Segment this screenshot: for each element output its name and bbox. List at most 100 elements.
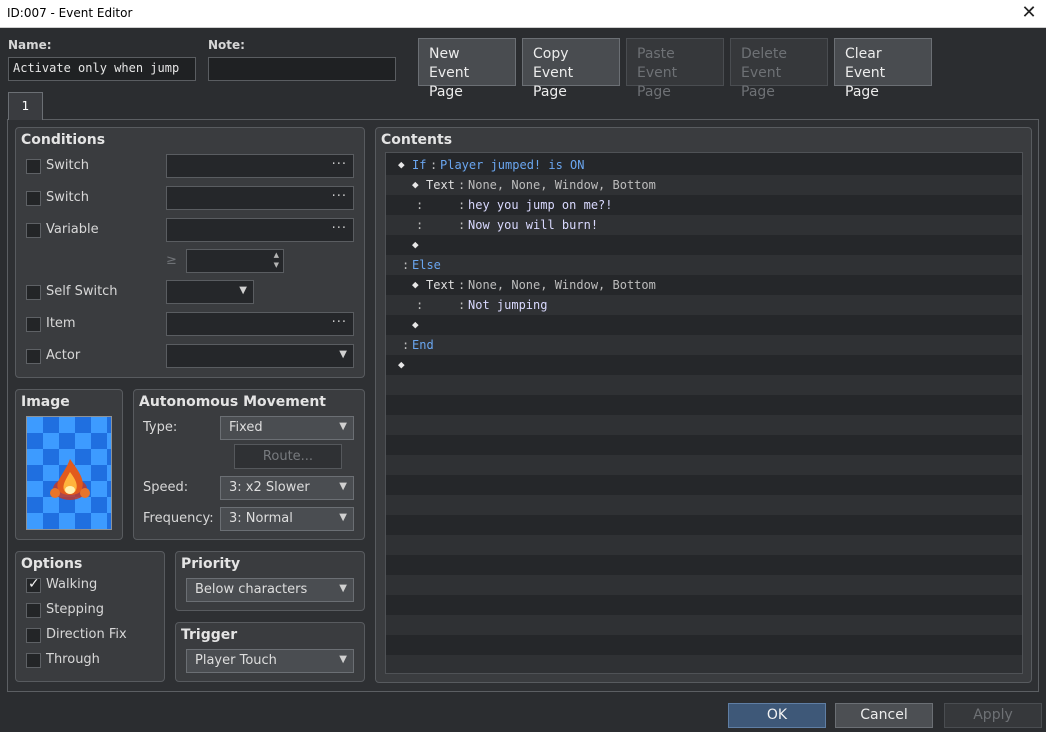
- direction-fix-label: Direction Fix: [46, 627, 127, 642]
- command-row[interactable]: : : Not jumping: [386, 295, 1022, 315]
- empty-row: [386, 375, 1022, 395]
- tab-page-1[interactable]: 1: [8, 92, 43, 120]
- options-title: Options: [21, 556, 83, 572]
- spin-arrows-icon[interactable]: ▲ ▼: [274, 250, 279, 270]
- message-text: hey you jump on me?!: [468, 198, 613, 212]
- diamond-icon: ◆: [398, 158, 405, 171]
- note-input[interactable]: [208, 57, 396, 81]
- variable-selector[interactable]: ···: [166, 218, 354, 242]
- command-name: Text: [426, 178, 455, 192]
- route-button[interactable]: Route...: [234, 444, 342, 469]
- event-image-preview[interactable]: [26, 416, 112, 530]
- contents-title: Contents: [381, 132, 453, 148]
- switch1-selector[interactable]: ···: [166, 154, 354, 178]
- trigger-title: Trigger: [181, 627, 238, 643]
- command-keyword: Else: [412, 258, 441, 272]
- item-checkbox[interactable]: [26, 317, 41, 332]
- command-row[interactable]: ◆ If : Player jumped! is ON: [386, 155, 1022, 175]
- movement-speed-dropdown[interactable]: 3: x2 Slower ▼: [220, 476, 354, 500]
- command-row[interactable]: : Else: [386, 255, 1022, 275]
- close-icon[interactable]: ✕: [1018, 2, 1040, 24]
- cancel-button[interactable]: Cancel: [835, 703, 933, 728]
- empty-row: [386, 415, 1022, 435]
- command-separator: :: [458, 218, 466, 232]
- actor-dropdown[interactable]: ▼: [166, 344, 354, 368]
- empty-row: [386, 455, 1022, 475]
- chevron-down-icon: ▼: [239, 285, 247, 296]
- conditions-title: Conditions: [21, 132, 106, 148]
- command-row[interactable]: ◆: [386, 355, 1022, 375]
- name-label: Name:: [8, 38, 52, 52]
- continuation-colon: :: [416, 298, 424, 312]
- command-row[interactable]: : : Now you will burn!: [386, 215, 1022, 235]
- self-switch-dropdown[interactable]: ▼: [166, 280, 254, 304]
- new-event-page-button[interactable]: New Event Page: [418, 38, 516, 100]
- movement-speed-label: Speed:: [143, 480, 189, 495]
- actor-label: Actor: [46, 348, 81, 363]
- clear-event-page-line2: Event Page: [845, 65, 886, 100]
- command-separator: :: [458, 198, 466, 212]
- movement-frequency-value: 3: Normal: [229, 511, 293, 526]
- priority-dropdown[interactable]: Below characters ▼: [186, 578, 354, 602]
- clear-event-page-button[interactable]: Clear Event Page: [834, 38, 932, 100]
- variable-checkbox[interactable]: [26, 223, 41, 238]
- movement-frequency-label: Frequency:: [143, 511, 214, 526]
- walking-label: Walking: [46, 577, 98, 592]
- name-input[interactable]: Activate only when jump: [8, 57, 196, 81]
- switch1-label: Switch: [46, 158, 89, 173]
- actor-checkbox[interactable]: [26, 349, 41, 364]
- command-row[interactable]: ◆: [386, 235, 1022, 255]
- command-separator: :: [458, 178, 466, 192]
- fire-sprite-icon: [27, 417, 111, 529]
- command-row[interactable]: ◆ Text : None, None, Window, Bottom: [386, 175, 1022, 195]
- item-selector[interactable]: ···: [166, 312, 354, 336]
- paste-event-page-button[interactable]: Paste Event Page: [626, 38, 724, 100]
- new-event-page-line2: Event Page: [429, 65, 470, 100]
- empty-row: [386, 615, 1022, 635]
- delete-event-page-line1: Delete: [741, 46, 787, 62]
- continuation-colon: :: [416, 198, 424, 212]
- image-title: Image: [21, 394, 70, 410]
- message-text: Not jumping: [468, 298, 548, 312]
- diamond-icon: ◆: [398, 358, 405, 371]
- diamond-icon: ◆: [412, 238, 419, 251]
- switch2-label: Switch: [46, 190, 89, 205]
- command-row[interactable]: ◆ Text : None, None, Window, Bottom: [386, 275, 1022, 295]
- command-row[interactable]: : : hey you jump on me?!: [386, 195, 1022, 215]
- command-separator: :: [402, 258, 410, 272]
- movement-type-dropdown[interactable]: Fixed ▼: [220, 416, 354, 440]
- note-label: Note:: [208, 38, 245, 52]
- variable-value-stepper[interactable]: ▲ ▼: [186, 249, 284, 273]
- command-condition: Player jumped! is ON: [440, 158, 585, 172]
- chevron-down-icon: ▼: [339, 512, 347, 523]
- event-command-list[interactable]: ◆ If : Player jumped! is ON ◆ Text : Non…: [385, 152, 1023, 674]
- command-row[interactable]: ◆: [386, 315, 1022, 335]
- apply-button[interactable]: Apply: [944, 703, 1042, 728]
- through-label: Through: [46, 652, 100, 667]
- stepping-checkbox[interactable]: [26, 603, 41, 618]
- diamond-icon: ◆: [412, 318, 419, 331]
- direction-fix-checkbox[interactable]: [26, 628, 41, 643]
- walking-checkbox[interactable]: [26, 576, 41, 593]
- empty-row: [386, 535, 1022, 555]
- gte-symbol: ≥: [166, 253, 177, 268]
- switch1-checkbox[interactable]: [26, 159, 41, 174]
- command-row[interactable]: : End: [386, 335, 1022, 355]
- empty-row: [386, 575, 1022, 595]
- command-separator: :: [430, 158, 438, 172]
- movement-frequency-dropdown[interactable]: 3: Normal ▼: [220, 507, 354, 531]
- switch2-checkbox[interactable]: [26, 191, 41, 206]
- variable-label: Variable: [46, 222, 99, 237]
- trigger-dropdown[interactable]: Player Touch ▼: [186, 649, 354, 673]
- message-text: Now you will burn!: [468, 218, 599, 232]
- switch2-selector[interactable]: ···: [166, 186, 354, 210]
- diamond-icon: ◆: [412, 278, 419, 291]
- self-switch-checkbox[interactable]: [26, 285, 41, 300]
- movement-type-value: Fixed: [229, 420, 263, 435]
- copy-event-page-button[interactable]: Copy Event Page: [522, 38, 620, 100]
- through-checkbox[interactable]: [26, 653, 41, 668]
- ok-button[interactable]: OK: [728, 703, 826, 728]
- delete-event-page-button[interactable]: Delete Event Page: [730, 38, 828, 100]
- window-title: ID:007 - Event Editor: [7, 6, 133, 20]
- paste-event-page-line2: Event Page: [637, 65, 678, 100]
